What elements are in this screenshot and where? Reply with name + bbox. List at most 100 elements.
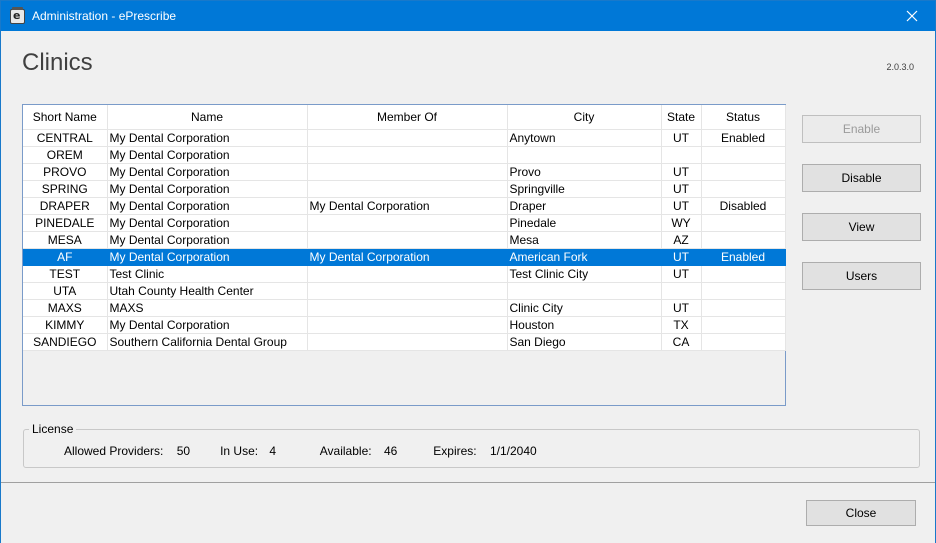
cell-state: CA bbox=[661, 333, 702, 351]
cell-name: My Dental Corporation bbox=[107, 231, 308, 249]
cell-state: UT bbox=[661, 265, 702, 283]
table-row[interactable]: DRAPER My Dental Corporation My Dental Cor… bbox=[23, 197, 786, 215]
table-row[interactable]: KIMMY My Dental Corporation Houston TX bbox=[23, 316, 786, 334]
cell-short-name: SPRING bbox=[23, 180, 108, 198]
cell-status bbox=[701, 146, 786, 164]
cell-city: Anytown bbox=[507, 129, 662, 147]
cell-city: Test Clinic City bbox=[507, 265, 662, 283]
dialog-footer: Close bbox=[1, 482, 935, 543]
table-row[interactable]: SPRING My Dental Corporation Springville UT bbox=[23, 180, 786, 198]
expires-label: Expires: bbox=[433, 444, 477, 458]
cell-name: My Dental Corporation bbox=[107, 248, 308, 266]
cell-name: My Dental Corporation bbox=[107, 197, 308, 215]
cell-status bbox=[701, 299, 786, 317]
window-close-button[interactable] bbox=[889, 1, 935, 31]
cell-short-name: AF bbox=[23, 248, 108, 266]
cell-short-name: TEST bbox=[23, 265, 108, 283]
table-row[interactable]: MAXS MAXS Clinic City UT bbox=[23, 299, 786, 317]
cell-member-of bbox=[307, 265, 508, 283]
cell-name: My Dental Corporation bbox=[107, 163, 308, 181]
cell-city: Houston bbox=[507, 316, 662, 334]
column-header-status[interactable]: Status bbox=[701, 105, 786, 130]
window-title: Administration - ePrescribe bbox=[32, 9, 177, 23]
expires-value: 1/1/2040 bbox=[489, 444, 537, 458]
cell-status bbox=[701, 163, 786, 181]
cell-short-name: UTA bbox=[23, 282, 108, 300]
cell-status bbox=[701, 316, 786, 334]
cell-member-of bbox=[307, 180, 508, 198]
table-row[interactable]: PROVO My Dental Corporation Provo UT bbox=[23, 163, 786, 181]
close-button[interactable]: Close bbox=[806, 500, 916, 526]
cell-city bbox=[507, 282, 662, 300]
cell-state: UT bbox=[661, 248, 702, 266]
table-row[interactable]: PINEDALE My Dental Corporation Pinedale WY bbox=[23, 214, 786, 232]
cell-status: Enabled bbox=[701, 248, 786, 266]
table-row[interactable]: CENTRAL My Dental Corporation Anytown UT Ena… bbox=[23, 129, 786, 147]
cell-name: My Dental Corporation bbox=[107, 129, 308, 147]
page-title: Clinics bbox=[22, 49, 93, 76]
version-label: 2.0.3.0 bbox=[886, 62, 914, 72]
table-row[interactable]: MESA My Dental Corporation Mesa AZ bbox=[23, 231, 786, 249]
users-button[interactable]: Users bbox=[802, 262, 921, 290]
title-bar[interactable]: e Administration - ePrescribe bbox=[1, 1, 935, 31]
table-row[interactable]: OREM My Dental Corporation bbox=[23, 146, 786, 164]
clinics-grid[interactable]: Short Name Name Member Of City State Sta… bbox=[22, 104, 786, 406]
cell-city: Draper bbox=[507, 197, 662, 215]
column-header-city[interactable]: City bbox=[507, 105, 662, 130]
table-row[interactable]: AF My Dental Corporation My Dental Corpora… bbox=[23, 248, 786, 266]
allowed-providers-label: Allowed Providers: bbox=[64, 444, 164, 458]
cell-name: Southern California Dental Group bbox=[107, 333, 308, 351]
cell-city: Provo bbox=[507, 163, 662, 181]
app-icon-letter: e bbox=[13, 9, 21, 22]
cell-short-name: CENTRAL bbox=[23, 129, 108, 147]
cell-short-name: PINEDALE bbox=[23, 214, 108, 232]
cell-member-of bbox=[307, 129, 508, 147]
cell-state: TX bbox=[661, 316, 702, 334]
column-header-member-of[interactable]: Member Of bbox=[307, 105, 508, 130]
cell-name: My Dental Corporation bbox=[107, 316, 308, 334]
cell-member-of bbox=[307, 333, 508, 351]
column-header-name[interactable]: Name bbox=[107, 105, 308, 130]
cell-state: UT bbox=[661, 197, 702, 215]
cell-state: UT bbox=[661, 163, 702, 181]
cell-state: WY bbox=[661, 214, 702, 232]
cell-member-of bbox=[307, 299, 508, 317]
cell-status bbox=[701, 180, 786, 198]
cell-status bbox=[701, 214, 786, 232]
license-info: Allowed Providers: 50 In Use: 4 Availabl… bbox=[64, 444, 537, 458]
cell-member-of bbox=[307, 316, 508, 334]
available-value: 46 bbox=[383, 444, 398, 458]
cell-member-of bbox=[307, 146, 508, 164]
view-button[interactable]: View bbox=[802, 213, 921, 241]
cell-state: UT bbox=[661, 129, 702, 147]
cell-member-of bbox=[307, 231, 508, 249]
cell-name: Utah County Health Center bbox=[107, 282, 308, 300]
column-header-state[interactable]: State bbox=[661, 105, 702, 130]
cell-name: My Dental Corporation bbox=[107, 146, 308, 164]
cell-status: Disabled bbox=[701, 197, 786, 215]
cell-status bbox=[701, 282, 786, 300]
cell-name: My Dental Corporation bbox=[107, 180, 308, 198]
cell-member-of: My Dental Corporation bbox=[307, 248, 508, 266]
grid-header-row: Short Name Name Member Of City State Sta… bbox=[23, 105, 786, 130]
cell-status: Enabled bbox=[701, 129, 786, 147]
cell-member-of bbox=[307, 214, 508, 232]
column-header-short-name[interactable]: Short Name bbox=[23, 105, 108, 130]
app-icon: e bbox=[10, 7, 25, 24]
table-row[interactable]: SANDIEGO Southern California Dental Group… bbox=[23, 333, 786, 351]
cell-short-name: DRAPER bbox=[23, 197, 108, 215]
available-label: Available: bbox=[319, 444, 372, 458]
license-group: License Allowed Providers: 50 In Use: 4 … bbox=[23, 422, 920, 468]
table-row[interactable]: UTA Utah County Health Center bbox=[23, 282, 786, 300]
cell-status bbox=[701, 231, 786, 249]
cell-name: Test Clinic bbox=[107, 265, 308, 283]
cell-state: UT bbox=[661, 299, 702, 317]
cell-status bbox=[701, 265, 786, 283]
enable-button[interactable]: Enable bbox=[802, 115, 921, 143]
cell-city: Clinic City bbox=[507, 299, 662, 317]
disable-button[interactable]: Disable bbox=[802, 164, 921, 192]
cell-state bbox=[661, 146, 702, 164]
table-row[interactable]: TEST Test Clinic Test Clinic City UT bbox=[23, 265, 786, 283]
cell-state bbox=[661, 282, 702, 300]
cell-short-name: PROVO bbox=[23, 163, 108, 181]
